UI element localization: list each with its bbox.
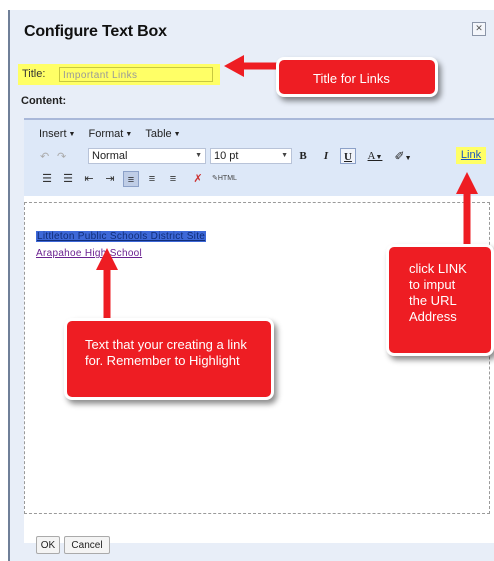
style-select[interactable]: Normal ▼ — [88, 148, 206, 164]
redo-icon[interactable]: ↷ — [57, 150, 66, 163]
underline-button[interactable]: U — [340, 148, 356, 164]
table-menu[interactable]: Table ▼ — [145, 128, 180, 140]
callout-text-text: Text that your creating a link for. Reme… — [85, 337, 247, 368]
menu-row: Insert ▼ Format ▼ Table ▼ — [39, 128, 191, 140]
callout-link: click LINK to imput the URL Address — [386, 244, 494, 356]
outdent-icon[interactable]: ⇤ — [81, 171, 97, 187]
chevron-down-icon: ▼ — [125, 131, 133, 138]
undo-icon[interactable]: ↶ — [40, 150, 49, 163]
bulleted-list-icon[interactable]: ☰ — [60, 171, 76, 187]
callout-title: Title for Links — [276, 57, 438, 97]
editor-toolbar: Insert ▼ Format ▼ Table ▼ ↶ ↷ Normal ▼ 10 pt… — [24, 118, 494, 196]
chevron-down-icon: ▼ — [173, 131, 181, 138]
title-field-highlight: Title: Important Links — [18, 64, 220, 85]
link-button[interactable]: Link — [456, 147, 486, 164]
align-center-icon[interactable]: ≡ — [144, 171, 160, 187]
font-size-select[interactable]: 10 pt ▼ — [210, 148, 292, 164]
chevron-down-icon: ▼ — [68, 131, 76, 138]
close-icon[interactable]: ✕ — [472, 22, 486, 36]
bold-button[interactable]: B — [295, 148, 311, 164]
link-text[interactable]: Arapahoe High School — [36, 248, 142, 259]
paragraph-row: ☰ ☰ ⇤ ⇥ ≡ ≡ ≡ ✗ ✎HTML — [24, 168, 494, 190]
callout-title-text: Title for Links — [313, 71, 390, 86]
html-icon[interactable]: ✎HTML — [212, 171, 237, 187]
insert-menu[interactable]: Insert ▼ — [39, 128, 75, 140]
italic-button[interactable]: I — [318, 148, 334, 164]
remove-formatting-icon[interactable]: ✗ — [190, 171, 206, 187]
arrow-to-text — [96, 248, 118, 320]
chevron-down-icon: ▼ — [281, 152, 288, 159]
format-row: ↶ ↷ Normal ▼ 10 pt ▼ B I U A▼ ✐▼ Link — [24, 146, 494, 168]
dialog-border — [8, 10, 10, 561]
highlight-color-icon[interactable]: ✐▼ — [391, 148, 415, 164]
content-label: Content: — [21, 95, 67, 107]
callout-text: Text that your creating a link for. Reme… — [64, 318, 274, 400]
indent-icon[interactable]: ⇥ — [102, 171, 118, 187]
align-left-icon[interactable]: ≡ — [123, 171, 139, 187]
arrow-to-link — [456, 172, 478, 244]
numbered-list-icon[interactable]: ☰ — [39, 171, 55, 187]
callout-link-text: click LINK to imput the URL Address — [409, 261, 467, 324]
align-right-icon[interactable]: ≡ — [165, 171, 181, 187]
title-input[interactable]: Important Links — [59, 67, 213, 82]
ok-button[interactable]: OK — [36, 536, 60, 554]
dialog-title-bar: Configure Text Box ✕ — [8, 10, 494, 50]
chevron-down-icon: ▼ — [195, 152, 202, 159]
cancel-button[interactable]: Cancel — [64, 536, 110, 554]
format-menu[interactable]: Format ▼ — [89, 128, 133, 140]
text-color-icon[interactable]: A▼ — [364, 148, 386, 164]
selected-link-text[interactable]: Littleton Public Schools District Site — [36, 231, 207, 242]
title-label: Title: — [22, 68, 46, 80]
dialog-title: Configure Text Box — [24, 23, 167, 40]
